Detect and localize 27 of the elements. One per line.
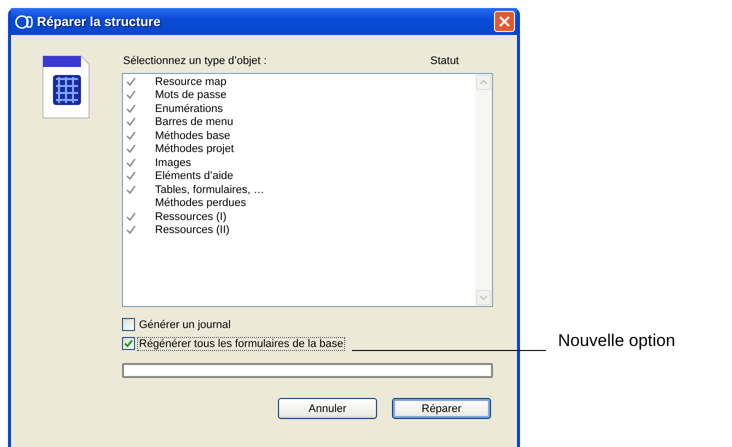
repair-button[interactable]: Réparer <box>392 398 491 419</box>
list-item[interactable]: Méthodes perdues <box>155 197 246 210</box>
column-header: Statut <box>430 55 459 69</box>
list-label: Sélectionnez un type d’objet : <box>123 55 267 69</box>
close-button[interactable] <box>494 11 515 32</box>
database-file-icon <box>42 55 90 119</box>
list-item[interactable]: Images <box>155 156 192 169</box>
list-item[interactable]: Enumérations <box>155 102 223 115</box>
list-item[interactable]: Eléments d’aide <box>155 170 234 182</box>
list-item[interactable]: Resource map <box>155 76 227 88</box>
list-item[interactable]: Mots de passe <box>155 89 227 102</box>
list-item[interactable]: Méthodes base <box>155 130 230 142</box>
list-item[interactable]: Tables, formulaires, … <box>155 184 264 196</box>
checkbox-label[interactable]: Générer un journal <box>137 318 233 332</box>
list-item[interactable]: Ressources (II) <box>155 224 230 236</box>
annotation-label: Nouvelle option <box>558 331 676 351</box>
list-item[interactable]: Barres de menu <box>155 116 234 128</box>
checkbox-label[interactable]: Régénérer tous les formulaires de la base <box>137 336 346 350</box>
window-title: Réparer la structure <box>37 14 162 29</box>
object-type-list[interactable]: Resource map Mots de passe Enumérations Barres de menu Méthodes base Méthodes projet Images Eléments d’aide Tables, formulaires, … Méthodes perdues Ressources (I) Ressources (II) <box>122 73 493 307</box>
close-icon <box>498 15 511 28</box>
app-logo-icon <box>15 14 33 28</box>
checkbox[interactable] <box>122 337 135 350</box>
cancel-button[interactable]: Annuler <box>278 398 377 419</box>
list-item[interactable]: Méthodes projet <box>155 143 234 156</box>
checkbox[interactable] <box>122 318 135 331</box>
list-item[interactable]: Ressources (I) <box>155 210 227 223</box>
